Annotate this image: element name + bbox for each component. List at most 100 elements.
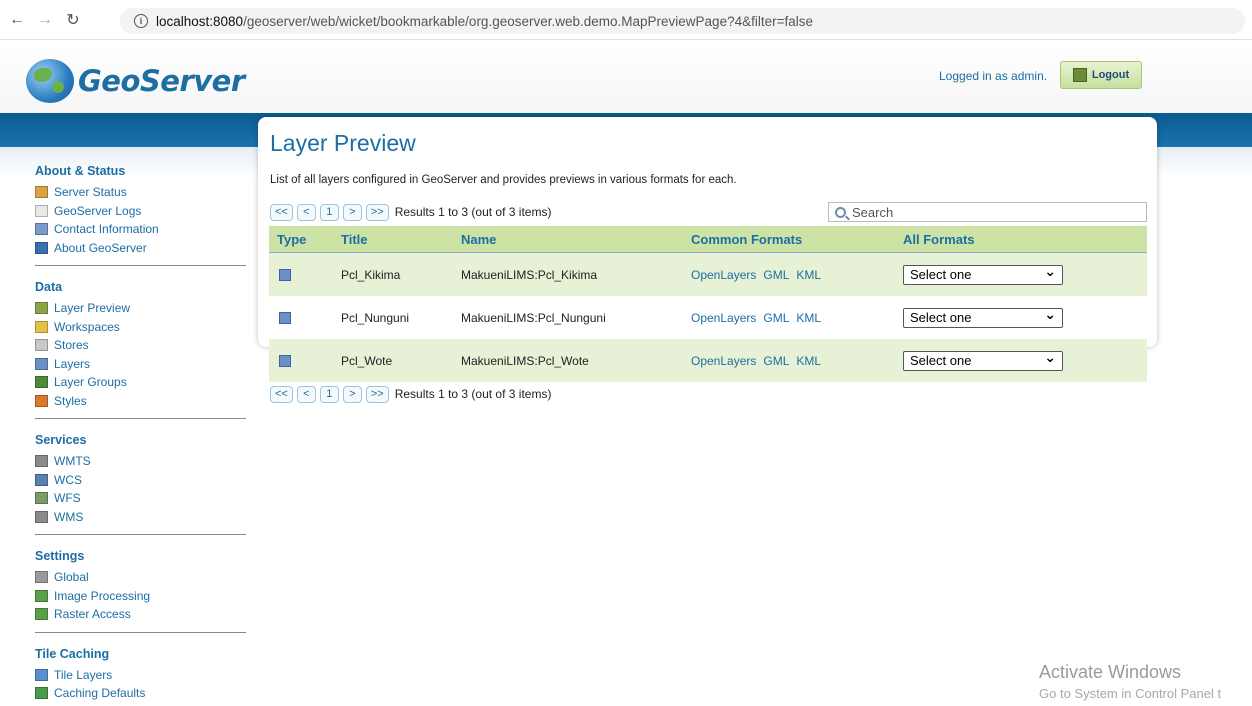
sidebar-item-wms[interactable]: WMS	[35, 508, 246, 527]
all-formats-select[interactable]: Select one ⌄	[903, 263, 1063, 285]
layers-table: Type Title Name Common Formats All Forma…	[269, 226, 1147, 382]
globe-icon	[26, 59, 74, 103]
prev-page-button[interactable]: <	[296, 203, 316, 221]
wmts-icon	[35, 455, 48, 468]
sidebar-section: Data Layer Preview Workspaces Stores Layers L…	[35, 280, 246, 410]
sidebar-item-tile-layers[interactable]: Tile Layers	[35, 666, 246, 685]
sidebar-item-layer-groups[interactable]: Layer Groups	[35, 373, 246, 392]
sidebar-item-geoserver-logs[interactable]: GeoServer Logs	[35, 202, 246, 221]
sidebar-item-contact-information[interactable]: Contact Information	[35, 220, 246, 239]
page-number-button[interactable]: 1	[319, 203, 339, 221]
all-formats-select[interactable]: Select one ⌄	[903, 349, 1063, 371]
about-icon	[35, 241, 48, 254]
sidebar-item-image-processing[interactable]: Image Processing	[35, 587, 246, 606]
title-cell: Pcl_Kikima	[341, 267, 401, 282]
browser-toolbar: ← → ↻ i localhost:8080/geoserver/web/wic…	[0, 0, 1252, 40]
back-arrow-icon[interactable]: ←	[6, 9, 28, 31]
sidebar-section-title: Data	[35, 280, 63, 294]
format-link-openlayers[interactable]: OpenLayers	[691, 311, 756, 325]
first-page-button[interactable]: <<	[270, 385, 293, 403]
format-link-gml[interactable]: GML	[763, 311, 789, 325]
search-placeholder: Search	[852, 204, 894, 220]
common-formats-cell: OpenLayers GML KML	[691, 311, 903, 325]
format-link-gml[interactable]: GML	[763, 268, 789, 282]
column-header-name[interactable]: Name	[461, 232, 691, 247]
type-cell	[269, 268, 341, 281]
forward-arrow-icon[interactable]: →	[34, 9, 56, 31]
all-formats-cell: Select one ⌄	[903, 349, 1147, 371]
sidebar-section-title: About & Status	[35, 164, 126, 178]
server-status-icon	[35, 186, 48, 199]
prev-page-button[interactable]: <	[296, 385, 316, 403]
sidebar-item-server-status[interactable]: Server Status	[35, 183, 246, 202]
format-link-gml[interactable]: GML	[763, 354, 789, 368]
sidebar-item-label: Styles	[54, 393, 87, 408]
activate-windows-subtitle: Go to System in Control Panel t	[1039, 686, 1222, 701]
logout-label: Logout	[1091, 69, 1130, 81]
format-link-openlayers[interactable]: OpenLayers	[691, 268, 756, 282]
sidebar-section: Services WMTS WCS WFS WMS	[35, 433, 246, 526]
logout-button[interactable]: Logout	[1060, 61, 1142, 89]
sidebar-item-label: Layers	[54, 356, 91, 371]
sidebar-item-caching-defaults[interactable]: Caching Defaults	[35, 684, 246, 703]
logs-icon	[35, 204, 48, 217]
sidebar-item-global[interactable]: Global	[35, 568, 246, 587]
common-formats-cell: OpenLayers GML KML	[691, 268, 903, 282]
sidebar-item-label: WCS	[54, 472, 82, 487]
next-page-button[interactable]: >	[342, 385, 362, 403]
select-value: Select one	[910, 267, 972, 282]
all-formats-cell: Select one ⌄	[903, 306, 1147, 328]
sidebar-item-label: Image Processing	[54, 588, 151, 603]
sidebar-item-wmts[interactable]: WMTS	[35, 452, 246, 471]
column-header-type[interactable]: Type	[269, 232, 341, 247]
sidebar-item-layer-preview[interactable]: Layer Preview	[35, 299, 246, 318]
table-row: Pcl_Kikima MakueniLIMS:Pcl_Kikima OpenLaye…	[269, 253, 1147, 296]
sidebar-item-label: Workspaces	[54, 319, 120, 334]
format-link-openlayers[interactable]: OpenLayers	[691, 354, 756, 368]
format-link-kml[interactable]: KML	[796, 354, 821, 368]
results-count: Results 1 to 3 (out of 3 items)	[394, 205, 552, 219]
sidebar-item-label: GeoServer Logs	[54, 203, 142, 218]
type-cell	[269, 354, 341, 367]
activate-windows-title: Activate Windows	[1039, 662, 1182, 682]
column-header-title[interactable]: Title	[341, 232, 461, 247]
reload-icon[interactable]: ↻	[62, 9, 84, 31]
sidebar-item-label: Server Status	[54, 185, 127, 200]
wfs-icon	[35, 492, 48, 505]
sidebar-section-title: Settings	[35, 549, 85, 563]
sidebar-item-wfs[interactable]: WFS	[35, 489, 246, 508]
first-page-button[interactable]: <<	[270, 203, 293, 221]
next-page-button[interactable]: >	[342, 203, 362, 221]
sidebar-item-label: Raster Access	[54, 607, 131, 622]
column-header-all-formats: All Formats	[903, 231, 975, 247]
sidebar-item-workspaces[interactable]: Workspaces	[35, 318, 246, 337]
chevron-down-icon: ⌄	[1044, 263, 1056, 279]
common-formats-cell: OpenLayers GML KML	[691, 354, 903, 368]
chevron-down-icon: ⌄	[1044, 349, 1056, 365]
page-number-button[interactable]: 1	[319, 385, 339, 403]
format-link-kml[interactable]: KML	[796, 311, 821, 325]
logout-icon	[1072, 68, 1087, 82]
page-description: List of all layers configured in GeoServ…	[270, 174, 737, 186]
sidebar-item-label: Caching Defaults	[54, 686, 146, 701]
column-header-common-formats: Common Formats	[691, 231, 803, 247]
sidebar-item-wcs[interactable]: WCS	[35, 471, 246, 490]
info-icon[interactable]: i	[134, 14, 148, 28]
workspaces-icon	[35, 320, 48, 333]
search-input[interactable]: Search	[828, 202, 1147, 222]
format-link-kml[interactable]: KML	[796, 268, 821, 282]
last-page-button[interactable]: >>	[365, 203, 389, 221]
geoserver-logo[interactable]: GeoServer	[26, 59, 245, 103]
results-count: Results 1 to 3 (out of 3 items)	[394, 387, 552, 401]
sidebar-divider	[35, 265, 246, 266]
all-formats-select[interactable]: Select one ⌄	[903, 306, 1063, 328]
sidebar-item-stores[interactable]: Stores	[35, 336, 246, 355]
sidebar-item-styles[interactable]: Styles	[35, 392, 246, 411]
last-page-button[interactable]: >>	[365, 385, 389, 403]
sidebar-item-raster-access[interactable]: Raster Access	[35, 605, 246, 624]
address-bar[interactable]: i localhost:8080/geoserver/web/wicket/bo…	[120, 8, 1245, 34]
select-value: Select one	[910, 310, 972, 325]
sidebar-item-layers[interactable]: Layers	[35, 355, 246, 374]
sidebar-section: Tile Caching Tile Layers Caching Defaults	[35, 647, 246, 703]
sidebar-item-about-geoserver[interactable]: About GeoServer	[35, 239, 246, 258]
